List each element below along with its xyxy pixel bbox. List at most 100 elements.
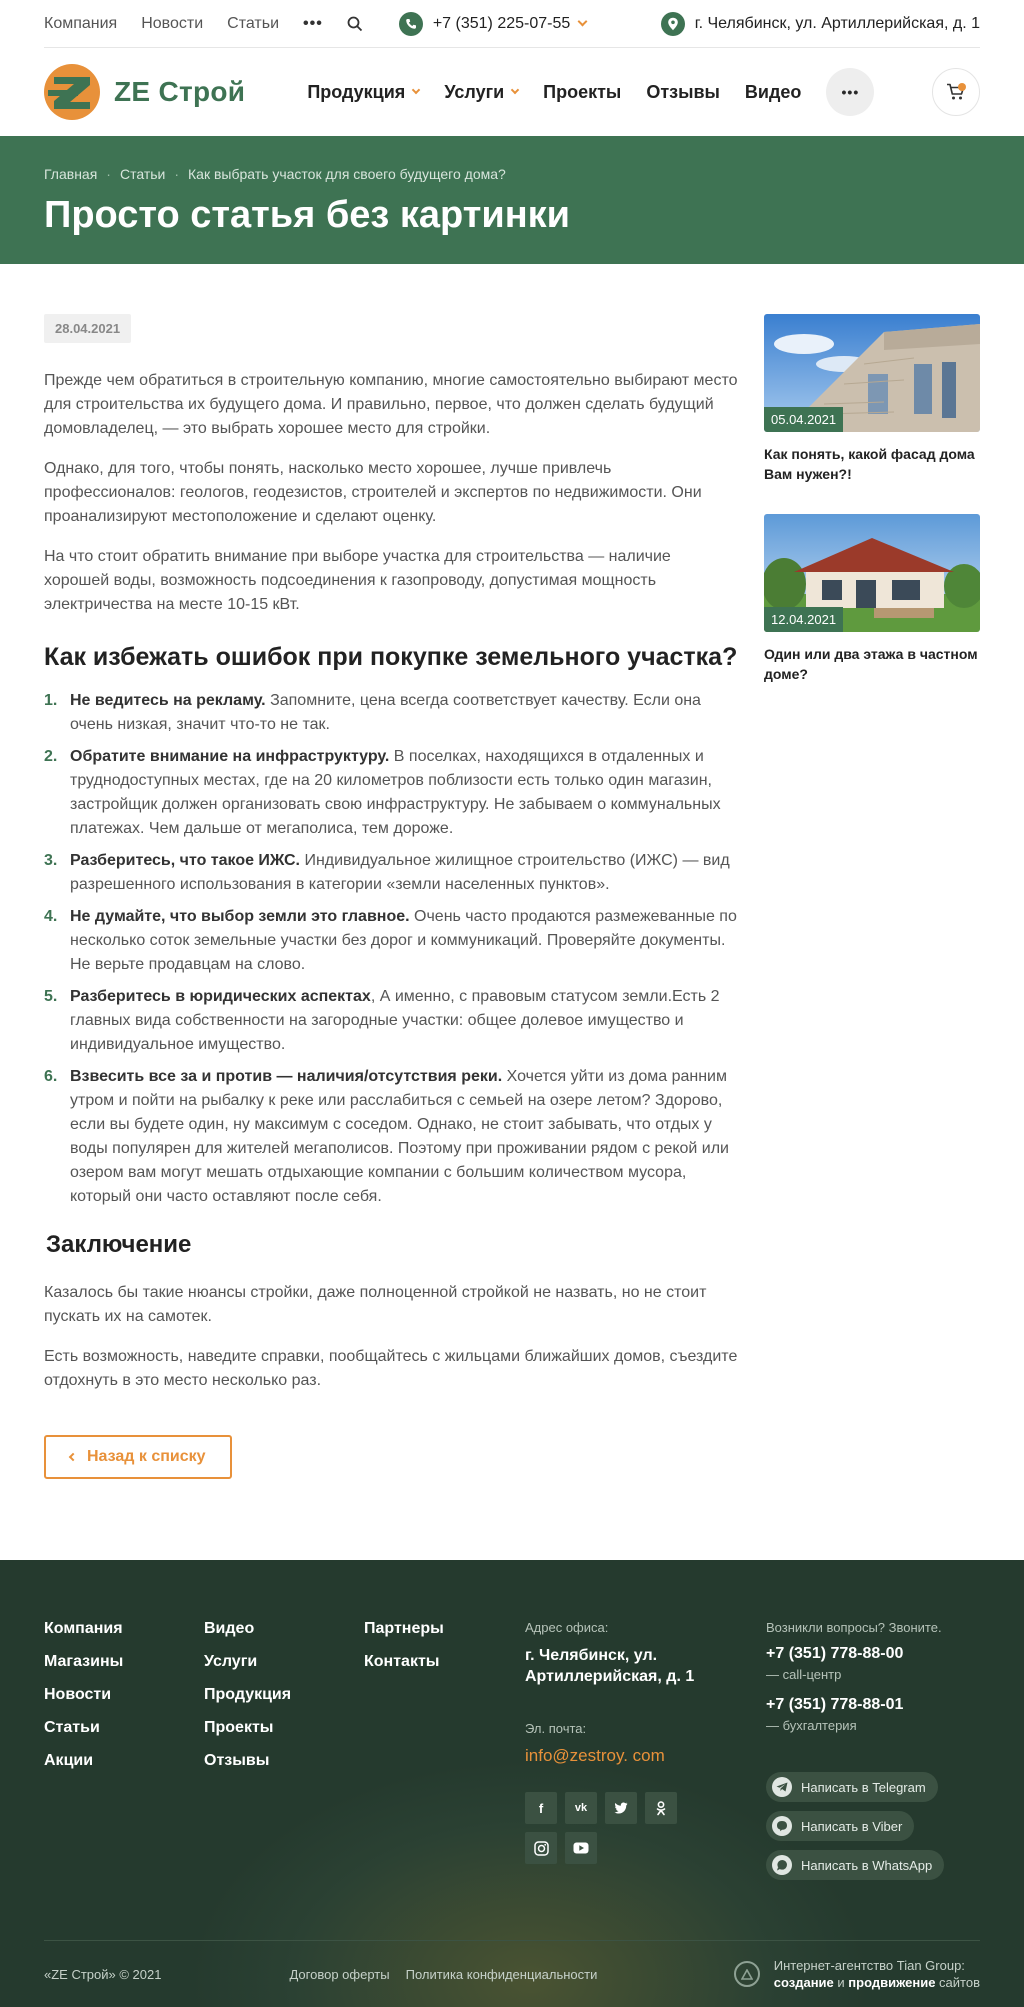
nav-item-video[interactable]: Видео xyxy=(745,82,802,103)
footer-link[interactable]: Видео xyxy=(204,1620,291,1638)
list-item: 4. Не думайте, что выбор земли это главно… xyxy=(44,905,739,977)
related-articles: 05.04.2021 Как понять, какой фасад дома … xyxy=(764,314,980,714)
footer-phones: Возникли вопросы? Звоните. +7 (351) 778-… xyxy=(766,1620,986,1880)
offer-link[interactable]: Договор оферты xyxy=(289,1967,389,1982)
list-item: 6. Взвесить все за и против — наличия/отс… xyxy=(44,1065,739,1209)
footer-link[interactable]: Новости xyxy=(44,1686,123,1704)
footer-email[interactable]: info@zestroy. com xyxy=(525,1746,725,1766)
article-body: 28.04.2021 Прежде чем обратиться в строи… xyxy=(44,314,739,1479)
footer-address: г. Челябинск, ул. Артиллерийская, д. 1 xyxy=(525,1647,695,1685)
conclusion-heading: Заключение xyxy=(46,1231,192,1258)
list-item: 5. Разберитесь в юридических аспектах, А … xyxy=(44,985,739,1057)
list-item-number: 3. xyxy=(44,852,58,869)
agency-line-2: создание и продвижение сайтов xyxy=(774,1974,980,1991)
cart-button[interactable] xyxy=(932,68,980,116)
footer-link[interactable]: Компания xyxy=(44,1620,123,1638)
list-item-bold: Не думайте, что выбор земли это главное. xyxy=(70,908,410,925)
related-card-image[interactable]: 12.04.2021 xyxy=(764,514,980,632)
agency-word-promote: продвижение xyxy=(848,1975,936,1990)
agency-credit[interactable]: Интернет-агентство Tian Group: создание … xyxy=(733,1957,980,1991)
list-item-number: 4. xyxy=(44,908,58,925)
breadcrumb-articles[interactable]: Статьи xyxy=(120,166,165,182)
related-card-image[interactable]: 05.04.2021 xyxy=(764,314,980,432)
nav-item-projects[interactable]: Проекты xyxy=(543,82,621,103)
footer-link[interactable]: Акции xyxy=(44,1752,123,1770)
agency-word-sites: сайтов xyxy=(935,1975,980,1990)
whatsapp-label: Написать в WhatsApp xyxy=(801,1857,933,1873)
footer-questions-label: Возникли вопросы? Звоните. xyxy=(766,1620,942,1635)
topbar-link-news[interactable]: Новости xyxy=(141,15,203,33)
footer-link[interactable]: Проекты xyxy=(204,1719,291,1737)
whatsapp-icon xyxy=(772,1855,792,1875)
nav-item-products[interactable]: Продукция xyxy=(307,82,421,103)
back-to-list-button[interactable]: Назад к списку xyxy=(44,1435,232,1479)
footer-phone[interactable]: +7 (351) 778-88-01 xyxy=(766,1696,986,1714)
site-logo[interactable]: ZE Строй xyxy=(44,64,245,120)
page-title: Просто статья без картинки xyxy=(44,194,571,236)
footer-col-2: Видео Услуги Продукция Проекты Отзывы xyxy=(204,1620,291,1785)
main-nav: Продукция Услуги Проекты Отзывы Видео ••… xyxy=(307,68,875,116)
related-card-date: 05.04.2021 xyxy=(764,407,844,432)
phone-icon xyxy=(398,11,423,36)
related-card[interactable]: 12.04.2021 Один или два этажа в частном … xyxy=(764,514,980,684)
list-item: 3. Разберитесь, что такое ИЖС. Индивидуал… xyxy=(44,849,739,897)
article-paragraph: Прежде чем обратиться в строительную ком… xyxy=(44,372,738,437)
chevron-down-icon xyxy=(577,16,588,27)
agency-word-and: и xyxy=(833,1975,849,1990)
nav-item-label: Услуги xyxy=(444,81,505,102)
topbar-phone-number: +7 (351) 225-07-55 xyxy=(432,14,571,32)
viber-icon xyxy=(772,1816,792,1836)
related-card-title[interactable]: Один или два этажа в частном доме? xyxy=(764,644,980,684)
list-item-number: 5. xyxy=(44,988,58,1005)
footer-phone[interactable]: +7 (351) 778-88-00 xyxy=(766,1645,986,1663)
topbar-link-company[interactable]: Компания xyxy=(44,15,117,33)
footer-link[interactable]: Контакты xyxy=(364,1653,444,1671)
footer-link[interactable]: Магазины xyxy=(44,1653,123,1671)
agency-word-create: создание xyxy=(773,1975,834,1990)
footer-link[interactable]: Услуги xyxy=(204,1653,291,1671)
footer-address-label: Адрес офиса: xyxy=(525,1620,609,1635)
footer-contacts: Адрес офиса: г. Челябинск, ул. Артиллери… xyxy=(525,1620,725,1872)
tips-list: 1. Не ведитесь на рекламу. Запомните, цен… xyxy=(44,689,739,1209)
main-header: ZE Строй Продукция Услуги Проекты Отзывы… xyxy=(44,48,980,136)
list-item-bold: Разберитесь в юридических аспектах xyxy=(70,988,371,1005)
odnoklassniki-icon[interactable] xyxy=(645,1792,677,1824)
twitter-icon[interactable] xyxy=(605,1792,637,1824)
list-item-bold: Взвесить все за и против — наличия/отсут… xyxy=(70,1068,503,1085)
vk-icon[interactable]: vk xyxy=(565,1792,597,1824)
viber-button[interactable]: Написать в Viber xyxy=(766,1811,915,1841)
list-item-number: 2. xyxy=(44,748,58,765)
footer-link[interactable]: Отзывы xyxy=(204,1752,291,1770)
facebook-icon[interactable]: f xyxy=(525,1792,557,1824)
related-card[interactable]: 05.04.2021 Как понять, какой фасад дома … xyxy=(764,314,980,484)
youtube-icon[interactable] xyxy=(565,1832,597,1864)
footer-col-1: Компания Магазины Новости Статьи Акции xyxy=(44,1620,123,1785)
privacy-link[interactable]: Политика конфиденциальности xyxy=(406,1967,598,1982)
top-bar: Компания Новости Статьи ••• +7 (351) 225… xyxy=(44,0,980,48)
footer-link[interactable]: Партнеры xyxy=(364,1620,444,1638)
telegram-button[interactable]: Написать в Telegram xyxy=(766,1772,938,1802)
nav-item-services[interactable]: Услуги xyxy=(444,81,520,103)
search-icon[interactable] xyxy=(347,16,363,32)
topbar-phone[interactable]: +7 (351) 225-07-55 xyxy=(398,11,588,36)
article-date: 28.04.2021 xyxy=(44,314,132,343)
nav-item-reviews[interactable]: Отзывы xyxy=(646,82,720,103)
article-paragraph: Казалось бы такие нюансы стройки, даже п… xyxy=(44,1284,707,1325)
viber-label: Написать в Viber xyxy=(801,1818,903,1834)
topbar-more-button[interactable]: ••• xyxy=(303,15,323,33)
instagram-icon[interactable] xyxy=(525,1832,557,1864)
list-item-bold: Обратите внимание на инфраструктуру. xyxy=(70,748,390,765)
footer-link[interactable]: Продукция xyxy=(204,1686,291,1704)
breadcrumb-home[interactable]: Главная xyxy=(44,166,97,182)
whatsapp-button[interactable]: Написать в WhatsApp xyxy=(766,1850,945,1880)
chevron-left-icon xyxy=(68,1452,78,1462)
nav-more-button[interactable]: ••• xyxy=(826,68,875,116)
topbar-link-articles[interactable]: Статьи xyxy=(227,15,279,33)
related-card-title[interactable]: Как понять, какой фасад дома Вам нужен?! xyxy=(764,444,980,484)
list-item: 2. Обратите внимание на инфраструктуру. В… xyxy=(44,745,739,841)
location-pin-icon xyxy=(660,11,685,36)
footer-link[interactable]: Статьи xyxy=(44,1719,123,1737)
cart-badge-dot xyxy=(958,83,966,91)
list-item: 1. Не ведитесь на рекламу. Запомните, цен… xyxy=(44,689,739,737)
topbar-address-text: г. Челябинск, ул. Артиллерийская, д. 1 xyxy=(694,14,980,32)
